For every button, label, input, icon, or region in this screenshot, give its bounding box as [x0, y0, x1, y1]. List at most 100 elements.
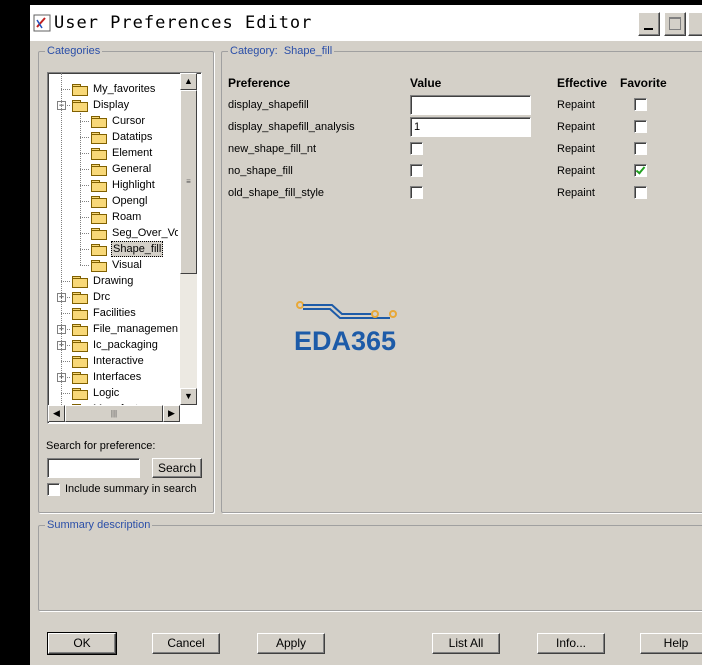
tree-horizontal-scrollbar[interactable]: ◀ ||| ▶ — [48, 405, 180, 422]
preference-name: old_shape_fill_style — [228, 187, 325, 199]
tree-connector — [80, 201, 89, 202]
apply-button[interactable]: Apply — [257, 633, 325, 654]
minimize-icon — [644, 28, 653, 30]
tree-item-label: Shape_fill — [111, 241, 164, 257]
preference-name: new_shape_fill_nt — [228, 143, 317, 155]
preference-value-input[interactable] — [410, 95, 531, 115]
favorite-checkbox[interactable] — [634, 186, 647, 199]
info-button[interactable]: Info... — [537, 633, 605, 654]
folder-icon — [91, 260, 107, 272]
favorite-checkbox[interactable] — [634, 142, 647, 155]
watermark-text: EDA365 — [294, 326, 397, 356]
folder-icon — [91, 180, 107, 192]
folder-icon — [91, 244, 107, 256]
folder-icon — [72, 84, 88, 96]
summary-group: Summary description — [38, 519, 702, 611]
app-icon — [33, 14, 51, 32]
preference-name: display_shapefill — [228, 99, 309, 111]
tree-connector — [80, 137, 89, 138]
preference-effective: Repaint — [557, 99, 595, 111]
column-favorite: Favorite — [620, 76, 667, 90]
tree-vertical-scrollbar[interactable]: ▲ ≡ ▼ — [180, 73, 197, 405]
folder-icon — [72, 356, 88, 368]
column-preference: Preference — [228, 76, 291, 90]
preference-value-input[interactable]: 1 — [410, 117, 531, 137]
tree-root-line — [61, 73, 62, 405]
scroll-thumb[interactable]: ≡ — [180, 90, 197, 274]
favorite-checkbox[interactable] — [634, 98, 647, 111]
window-title: User Preferences Editor — [54, 13, 313, 33]
preference-value-checkbox[interactable] — [410, 142, 423, 155]
tree-item-label: Facilities — [93, 307, 136, 319]
folder-icon — [91, 164, 107, 176]
tree-item-label: Display — [93, 99, 130, 111]
tree-item-label: Ic_packaging — [93, 339, 158, 351]
column-effective: Effective — [557, 76, 608, 90]
ok-button[interactable]: OK — [47, 632, 117, 655]
folder-icon — [72, 324, 88, 336]
tree-item-label: Drc — [93, 291, 111, 303]
tree-item-label: My_favorites — [93, 83, 156, 95]
search-input[interactable] — [47, 458, 140, 478]
scroll-up-button[interactable]: ▲ — [180, 73, 197, 90]
favorite-checkbox[interactable] — [634, 164, 647, 177]
horizontal-scroll-thumb[interactable]: ||| — [65, 405, 163, 422]
preference-value-checkbox[interactable] — [410, 186, 423, 199]
tree-connector — [80, 185, 89, 186]
tree-item-label: Cursor — [112, 115, 146, 127]
cancel-button[interactable]: Cancel — [152, 633, 220, 654]
tree-connector — [61, 361, 70, 362]
tree-item-label: Interfaces — [93, 371, 142, 383]
maximize-button[interactable] — [664, 12, 686, 36]
scroll-left-button[interactable]: ◀ — [48, 405, 65, 422]
preference-value-checkbox[interactable] — [410, 164, 423, 177]
folder-icon — [72, 292, 88, 304]
tree-item-label: Interactive — [93, 355, 144, 367]
folder-icon — [91, 228, 107, 240]
search-label: Search for preference: — [46, 440, 156, 452]
include-summary-checkbox[interactable] — [47, 483, 60, 496]
tree-connector — [80, 121, 89, 122]
tree-item-label: Element — [112, 147, 153, 159]
category-heading: Category: Shape_fill — [228, 45, 335, 57]
scroll-down-button[interactable]: ▼ — [180, 388, 197, 405]
category-tree[interactable]: My_favorites − Display Cursor Datatips Elemen… — [47, 72, 202, 424]
tree-connector — [80, 233, 89, 234]
folder-icon — [72, 276, 88, 288]
column-value: Value — [410, 76, 442, 90]
search-button[interactable]: Search — [152, 458, 202, 478]
tree-item-label: Logic — [93, 387, 120, 399]
tree-connector — [61, 313, 70, 314]
folder-icon — [91, 212, 107, 224]
tree-nodes: My_favorites − Display Cursor Datatips Elemen… — [48, 73, 178, 405]
maximize-icon — [669, 17, 681, 30]
tree-connector — [61, 89, 70, 90]
list-all-button[interactable]: List All — [432, 633, 500, 654]
folder-icon — [72, 372, 88, 384]
minimize-button[interactable] — [638, 12, 660, 36]
favorite-checkbox[interactable] — [634, 120, 647, 133]
folder-icon — [91, 196, 107, 208]
tree-connector — [80, 249, 89, 250]
categories-legend: Categories — [45, 45, 103, 57]
folder-icon — [72, 100, 88, 112]
category-name: Shape_fill — [283, 45, 333, 57]
tree-item-label: Roam — [112, 211, 142, 223]
preference-name: no_shape_fill — [228, 165, 293, 177]
folder-icon — [91, 132, 107, 144]
scroll-right-button[interactable]: ▶ — [163, 405, 180, 422]
close-button[interactable] — [688, 12, 702, 36]
tree-connector — [61, 393, 70, 394]
tree-item-label: Opengl — [112, 195, 148, 207]
tree-connector — [80, 217, 89, 218]
tree-item-label: Seg_Over_Vo — [112, 227, 178, 239]
category-prefix: Category: — [230, 45, 278, 57]
preferences-window: User Preferences Editor Categories My_fa… — [30, 5, 702, 665]
help-button[interactable]: Help — [640, 633, 702, 654]
tree-connector — [61, 281, 70, 282]
folder-icon — [91, 148, 107, 160]
tree-connector — [80, 153, 89, 154]
tree-item-label: Drawing — [93, 275, 134, 287]
folder-icon — [72, 308, 88, 320]
preference-effective: Repaint — [557, 165, 595, 177]
